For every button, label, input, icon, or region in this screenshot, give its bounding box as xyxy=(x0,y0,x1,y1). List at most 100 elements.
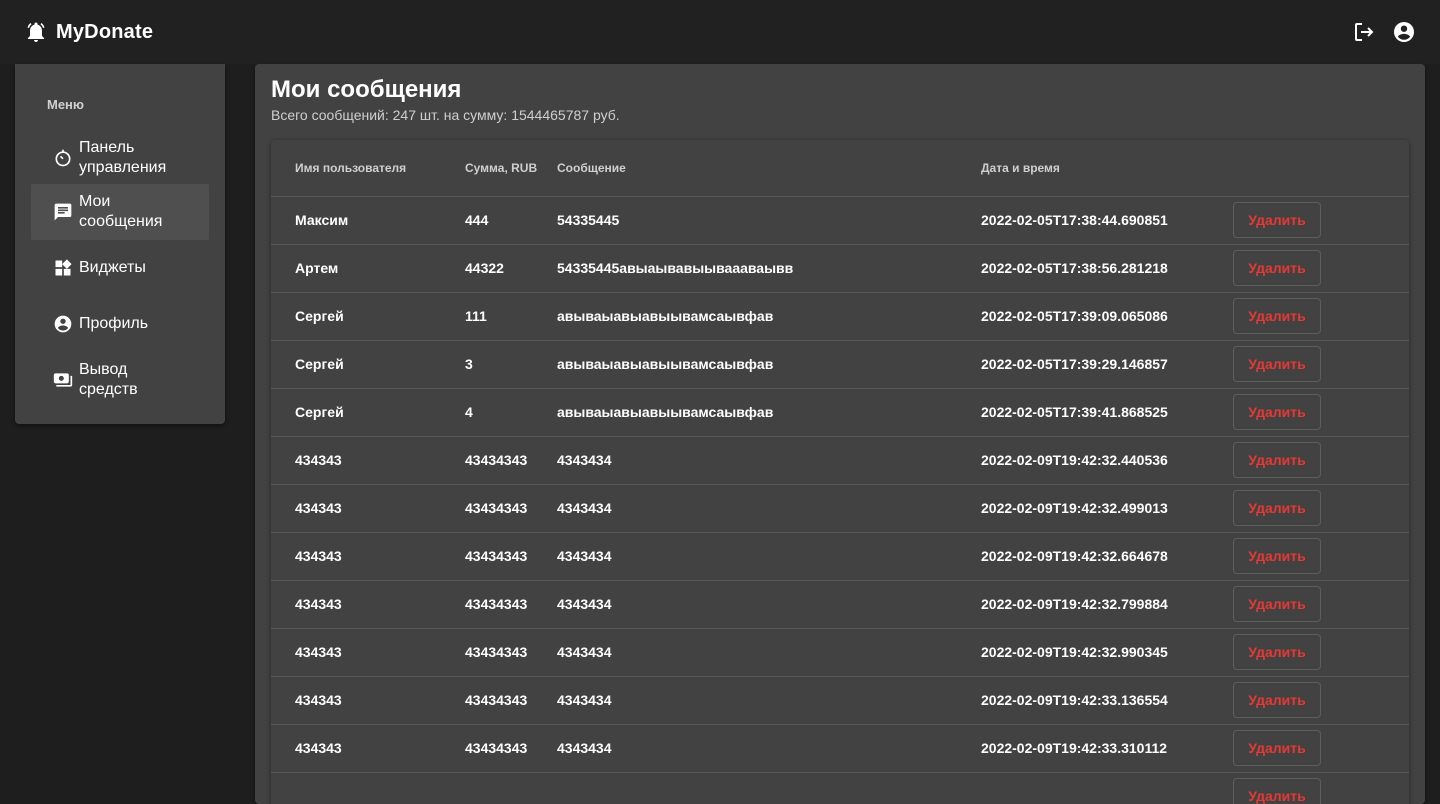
cell-user: Сергей xyxy=(271,340,465,389)
sidebar-item-label: Мои сообщения xyxy=(79,193,163,230)
sidebar-item-withdraw[interactable]: Вывод средств xyxy=(31,352,209,408)
cell-sum: 43434343 xyxy=(465,484,557,533)
sidebar-item-label: Виджеты xyxy=(79,259,146,276)
delete-button[interactable]: Удалить xyxy=(1233,346,1321,382)
app-name: MyDonate xyxy=(56,20,154,43)
delete-button[interactable]: Удалить xyxy=(1233,298,1321,334)
cell-sum: 43434343 xyxy=(465,676,557,725)
cell-sum xyxy=(465,772,557,804)
sidebar-item-messages[interactable]: Мои сообщения xyxy=(31,184,209,240)
page-title: Мои сообщения xyxy=(271,76,462,103)
delete-button[interactable]: Удалить xyxy=(1233,634,1321,670)
logout-icon[interactable] xyxy=(1352,20,1376,44)
table-row: Сергей 111 авываыавыавыывамсаывфав 2022-… xyxy=(271,292,1409,341)
cell-message: 54335445авыаывавыываааваывв xyxy=(557,244,981,293)
sidebar-item-dashboard[interactable]: Панель управления xyxy=(31,130,209,186)
delete-button[interactable]: Удалить xyxy=(1233,682,1321,718)
delete-button[interactable]: Удалить xyxy=(1233,586,1321,622)
menu-title: Меню xyxy=(47,97,85,112)
delete-button[interactable]: Удалить xyxy=(1233,730,1321,766)
table-row: 434343 43434343 4343434 2022-02-09T19:42… xyxy=(271,532,1409,581)
cell-date: 2022-02-09T19:42:33.310112 xyxy=(981,724,1233,773)
cell-user xyxy=(271,772,465,804)
delete-button[interactable]: Удалить xyxy=(1233,538,1321,574)
cell-sum: 4 xyxy=(465,388,557,437)
cell-user: Сергей xyxy=(271,292,465,341)
header-actions xyxy=(1233,140,1409,197)
cell-sum: 111 xyxy=(465,292,557,341)
account-circle-icon xyxy=(53,314,73,334)
cell-user: 434343 xyxy=(271,580,465,629)
cell-sum: 43434343 xyxy=(465,436,557,485)
sidebar-item-widgets[interactable]: Виджеты xyxy=(31,240,209,296)
cell-actions: Удалить xyxy=(1233,436,1409,485)
cell-date: 2022-02-09T19:42:32.799884 xyxy=(981,580,1233,629)
cell-actions: Удалить xyxy=(1233,724,1409,773)
cell-message: 4343434 xyxy=(557,532,981,581)
cell-sum: 43434343 xyxy=(465,532,557,581)
cell-message: авываыавыавыывамсаывфав xyxy=(557,340,981,389)
cell-user: Максим xyxy=(271,196,465,245)
header-sum[interactable]: Сумма, RUB xyxy=(465,140,557,197)
cell-actions: Удалить xyxy=(1233,340,1409,389)
table-row: Удалить xyxy=(271,772,1409,804)
table-row: 434343 43434343 4343434 2022-02-09T19:42… xyxy=(271,580,1409,629)
page-subtitle: Всего сообщений: 247 шт. на сумму: 15444… xyxy=(271,107,620,123)
cell-date: 2022-02-09T19:42:32.990345 xyxy=(981,628,1233,677)
cell-actions: Удалить xyxy=(1233,244,1409,293)
cell-sum: 43434343 xyxy=(465,724,557,773)
table-row: Артем 44322 54335445авыаывавыываааваывв … xyxy=(271,244,1409,293)
delete-button[interactable]: Удалить xyxy=(1233,778,1321,804)
cell-sum: 43434343 xyxy=(465,580,557,629)
table-row: 434343 43434343 4343434 2022-02-09T19:42… xyxy=(271,724,1409,773)
account-circle-icon[interactable] xyxy=(1392,20,1416,44)
table-row: Сергей 4 авываыавыавыывамсаывфав 2022-02… xyxy=(271,388,1409,437)
cell-sum: 3 xyxy=(465,340,557,389)
delete-button[interactable]: Удалить xyxy=(1233,490,1321,526)
cell-date: 2022-02-09T19:42:32.664678 xyxy=(981,532,1233,581)
table-row: 434343 43434343 4343434 2022-02-09T19:42… xyxy=(271,484,1409,533)
table-row: 434343 43434343 4343434 2022-02-09T19:42… xyxy=(271,676,1409,725)
payments-icon xyxy=(53,370,73,390)
cell-message: 4343434 xyxy=(557,484,981,533)
sidebar-item-label: Вывод средств xyxy=(79,361,138,398)
cell-message xyxy=(557,772,981,804)
cell-message: авываыавыавыывамсаывфав xyxy=(557,292,981,341)
cell-message: 54335445 xyxy=(557,196,981,245)
header-user[interactable]: Имя пользователя xyxy=(271,140,465,197)
sidebar-item-label: Панель управления xyxy=(79,139,167,176)
cell-actions: Удалить xyxy=(1233,676,1409,725)
cell-date: 2022-02-05T17:39:09.065086 xyxy=(981,292,1233,341)
cell-date: 2022-02-09T19:42:32.440536 xyxy=(981,436,1233,485)
header-message[interactable]: Сообщение xyxy=(557,140,981,197)
cell-date xyxy=(981,772,1233,804)
cell-sum: 43434343 xyxy=(465,628,557,677)
table-header-row: Имя пользователя Сумма, RUB Сообщение Да… xyxy=(271,140,1409,197)
delete-button[interactable]: Удалить xyxy=(1233,442,1321,478)
dashboard-timer-icon xyxy=(53,148,73,168)
delete-button[interactable]: Удалить xyxy=(1233,250,1321,286)
cell-message: авываыавыавыывамсаывфав xyxy=(557,388,981,437)
delete-button[interactable]: Удалить xyxy=(1233,202,1321,238)
cell-message: 4343434 xyxy=(557,580,981,629)
cell-user: Артем xyxy=(271,244,465,293)
cell-actions: Удалить xyxy=(1233,628,1409,677)
table-body: Максим 444 54335445 2022-02-05T17:38:44.… xyxy=(271,196,1409,804)
brand[interactable]: MyDonate xyxy=(24,20,153,44)
bell-icon xyxy=(24,20,48,44)
sidebar-item-profile[interactable]: Профиль xyxy=(31,296,209,352)
cell-actions: Удалить xyxy=(1233,580,1409,629)
cell-message: 4343434 xyxy=(557,628,981,677)
cell-date: 2022-02-09T19:42:32.499013 xyxy=(981,484,1233,533)
delete-button[interactable]: Удалить xyxy=(1233,394,1321,430)
cell-date: 2022-02-05T17:38:56.281218 xyxy=(981,244,1233,293)
messages-table: Имя пользователя Сумма, RUB Сообщение Да… xyxy=(271,140,1409,804)
app-bar: MyDonate xyxy=(0,0,1440,64)
header-date[interactable]: Дата и время xyxy=(981,140,1233,197)
cell-message: 4343434 xyxy=(557,436,981,485)
cell-user: 434343 xyxy=(271,676,465,725)
cell-actions: Удалить xyxy=(1233,292,1409,341)
cell-actions: Удалить xyxy=(1233,532,1409,581)
message-icon xyxy=(53,202,73,222)
table-row: Максим 444 54335445 2022-02-05T17:38:44.… xyxy=(271,196,1409,245)
